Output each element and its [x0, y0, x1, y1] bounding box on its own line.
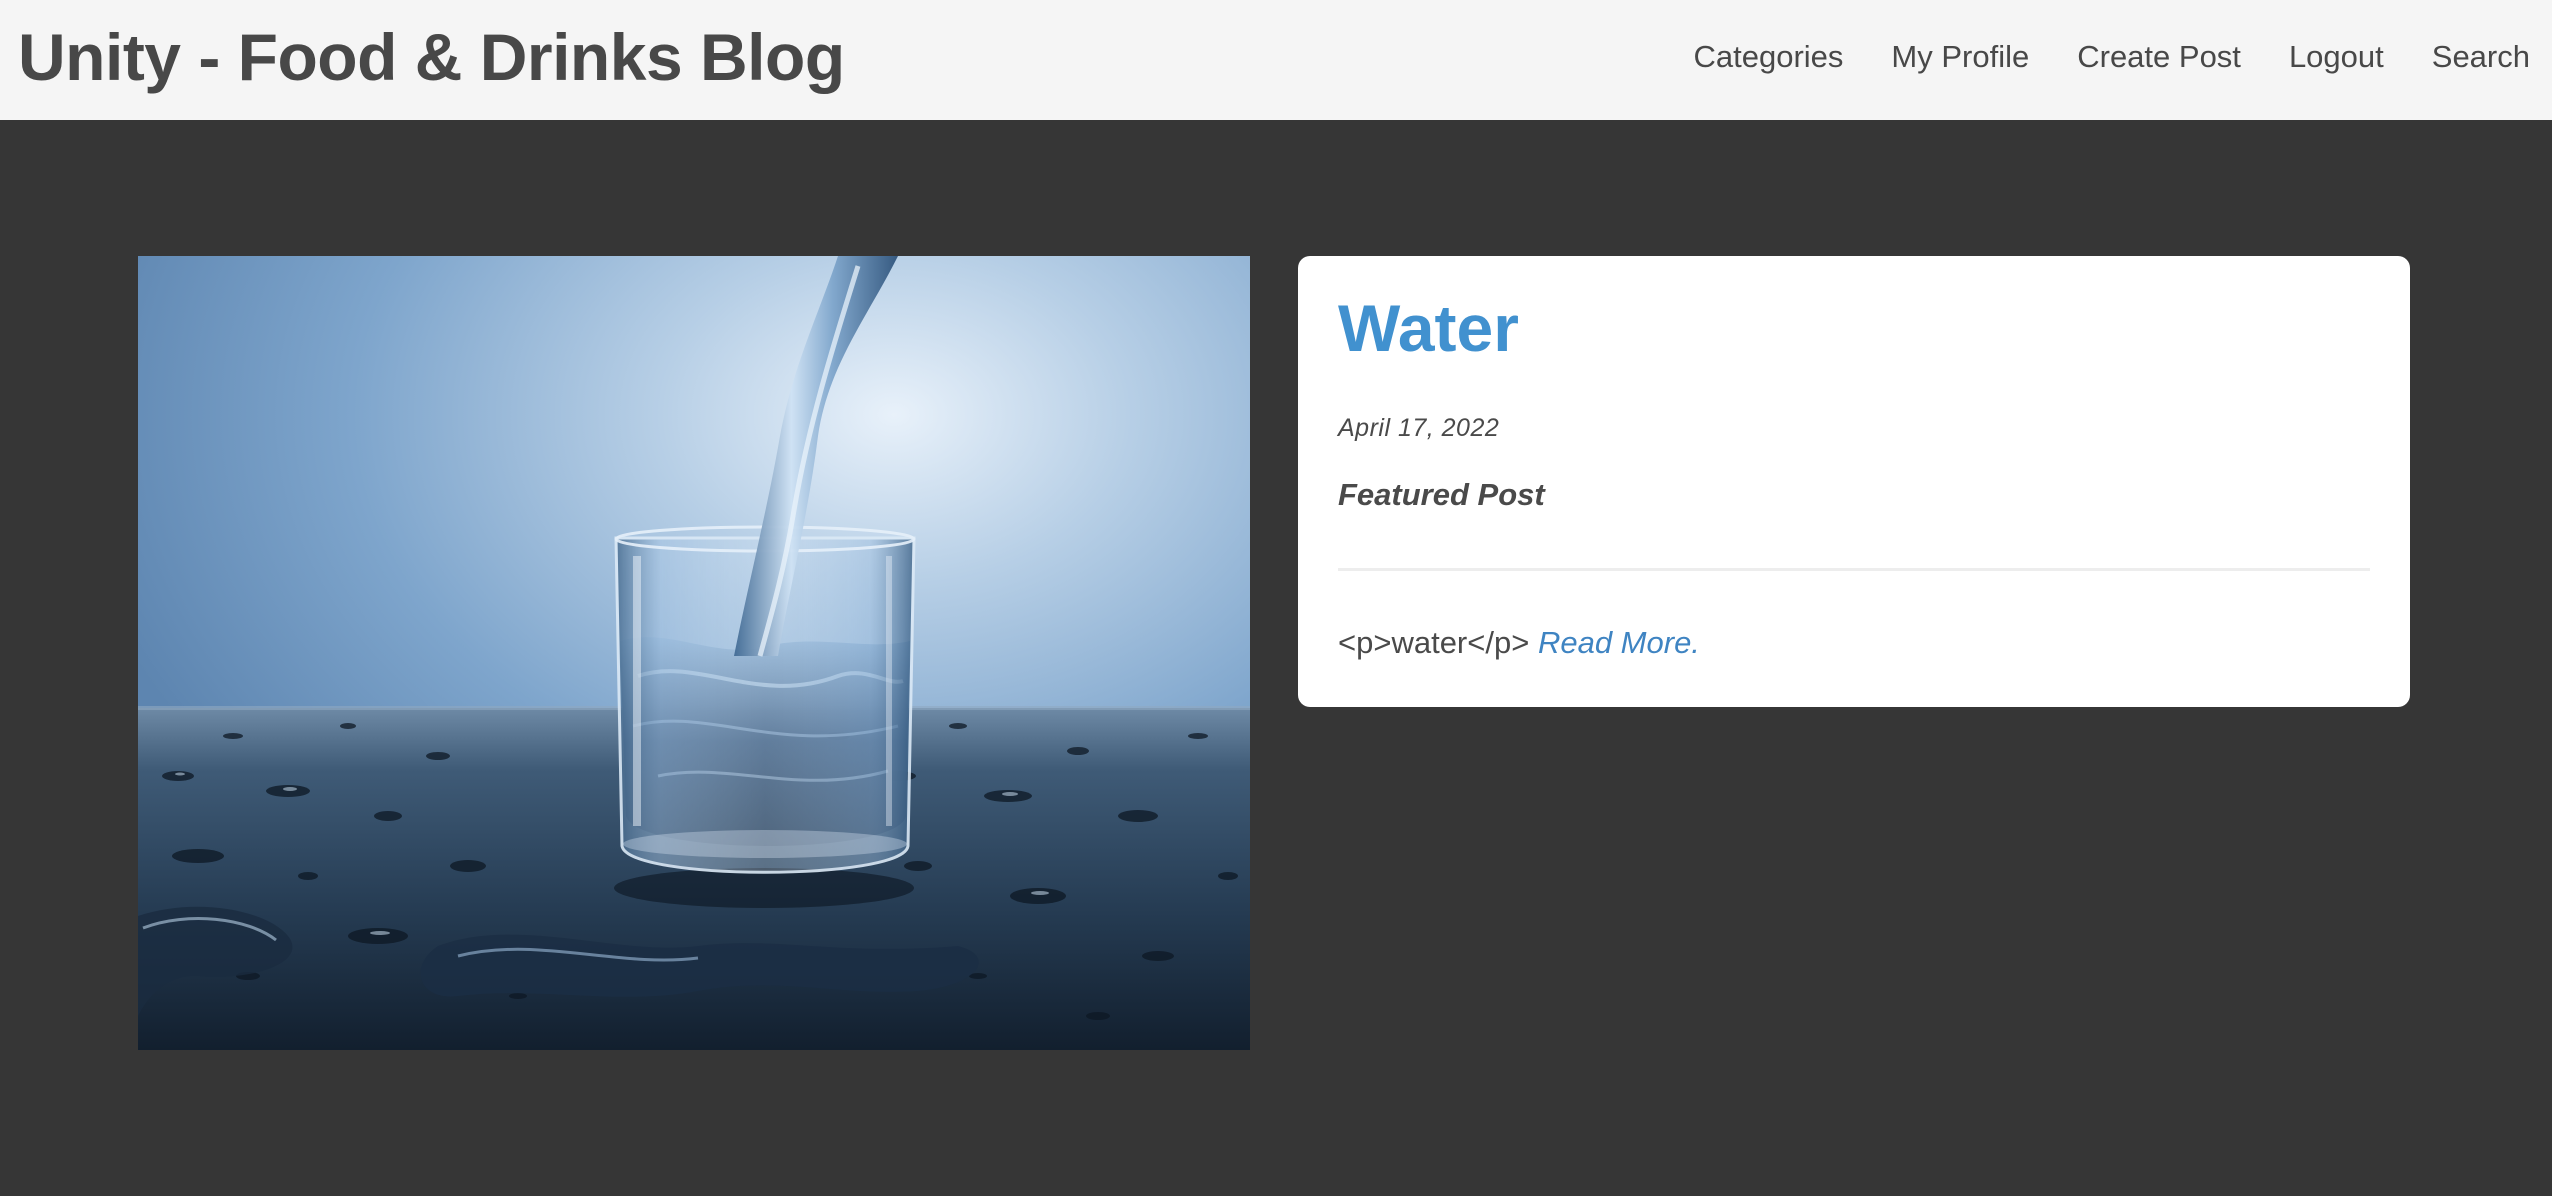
post-title[interactable]: Water: [1338, 288, 1519, 368]
post-excerpt: <p>water</p> Read More.: [1338, 622, 1700, 664]
nav-categories[interactable]: Categories: [1694, 32, 1844, 82]
nav-search[interactable]: Search: [2432, 32, 2530, 82]
featured-post-label: Featured Post: [1338, 477, 1545, 512]
post-featured-image[interactable]: [138, 256, 1250, 1050]
post-excerpt-text: <p>water</p>: [1338, 625, 1530, 660]
nav-create-post[interactable]: Create Post: [2077, 32, 2241, 82]
site-brand[interactable]: Unity - Food & Drinks Blog: [18, 14, 845, 100]
nav-my-profile[interactable]: My Profile: [1891, 32, 2029, 82]
card-divider: [1338, 568, 2370, 571]
main-nav: Categories My Profile Create Post Logout…: [1694, 32, 2531, 82]
read-more-link[interactable]: Read More.: [1538, 625, 1700, 660]
site-header: Unity - Food & Drinks Blog Categories My…: [0, 0, 2552, 120]
post-date: April 17, 2022: [1338, 414, 1500, 442]
post-card: Water April 17, 2022 Featured Post <p>wa…: [1298, 256, 2410, 707]
nav-logout[interactable]: Logout: [2289, 32, 2384, 82]
